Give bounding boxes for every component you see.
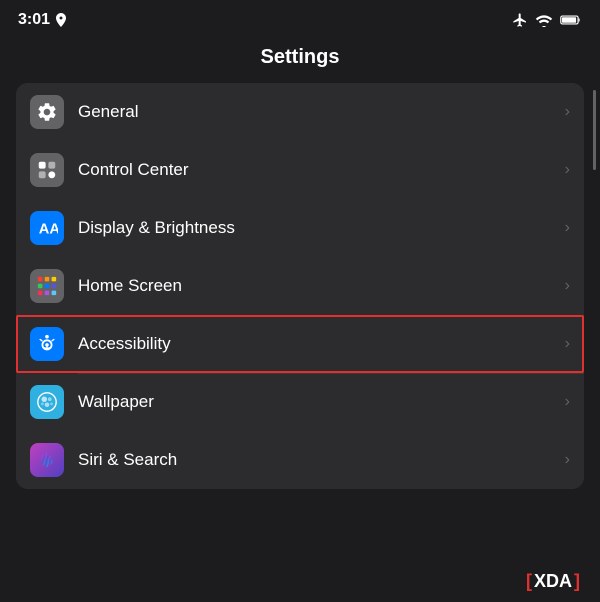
accessibility-icon-bg [30,327,64,361]
xda-logo-text: XDA [534,572,572,590]
location-icon [55,13,67,27]
airplane-icon [512,12,528,28]
control-center-label: Control Center [78,160,565,180]
page-title: Settings [0,46,600,69]
settings-item-accessibility[interactable]: Accessibility › [16,315,584,373]
settings-item-general[interactable]: General › [16,83,584,141]
accessibility-icon [36,333,58,355]
accessibility-label: Accessibility [78,334,565,354]
status-time: 3:01 [18,11,67,29]
accessibility-chevron: › [565,335,570,353]
wifi-icon [535,13,553,27]
display-label: Display & Brightness [78,218,565,238]
wallpaper-label: Wallpaper [78,392,565,412]
siri-chevron: › [565,451,570,469]
homescreen-icon-bg [30,269,64,303]
status-bar: 3:01 [0,0,600,36]
battery-icon [560,14,582,26]
wallpaper-icon [36,391,58,413]
siri-icon [36,449,58,471]
scrollbar-thumb [593,90,596,170]
svg-text:AA: AA [39,222,58,238]
xda-watermark: [ XDA ] [526,572,580,590]
homescreen-label: Home Screen [78,276,565,296]
control-center-chevron: › [565,161,570,179]
general-chevron: › [565,103,570,121]
scrollbar[interactable] [592,80,596,602]
homescreen-chevron: › [565,277,570,295]
scrollbar-track [593,80,596,602]
siri-label: Siri & Search [78,450,565,470]
gear-icon [36,101,58,123]
homescreen-icon [36,275,58,297]
settings-item-homescreen[interactable]: Home Screen › [16,257,584,315]
general-label: General [78,102,565,122]
status-icons [512,12,582,28]
wallpaper-icon-bg [30,385,64,419]
xda-bracket-open: [ [526,572,532,590]
general-icon-bg [30,95,64,129]
control-center-icon-bg [30,153,64,187]
settings-item-wallpaper[interactable]: Wallpaper › [16,373,584,431]
page-header: Settings [0,36,600,83]
control-center-icon [36,159,58,181]
display-icon: AA [36,217,58,239]
settings-item-siri[interactable]: Siri & Search › [16,431,584,489]
xda-bracket-close: ] [574,572,580,590]
settings-item-control-center[interactable]: Control Center › [16,141,584,199]
siri-icon-bg [30,443,64,477]
display-chevron: › [565,219,570,237]
settings-item-display[interactable]: AA Display & Brightness › [16,199,584,257]
settings-list: General › Control Center › AA Display & … [16,83,584,489]
time-display: 3:01 [18,11,50,29]
wallpaper-chevron: › [565,393,570,411]
display-icon-bg: AA [30,211,64,245]
